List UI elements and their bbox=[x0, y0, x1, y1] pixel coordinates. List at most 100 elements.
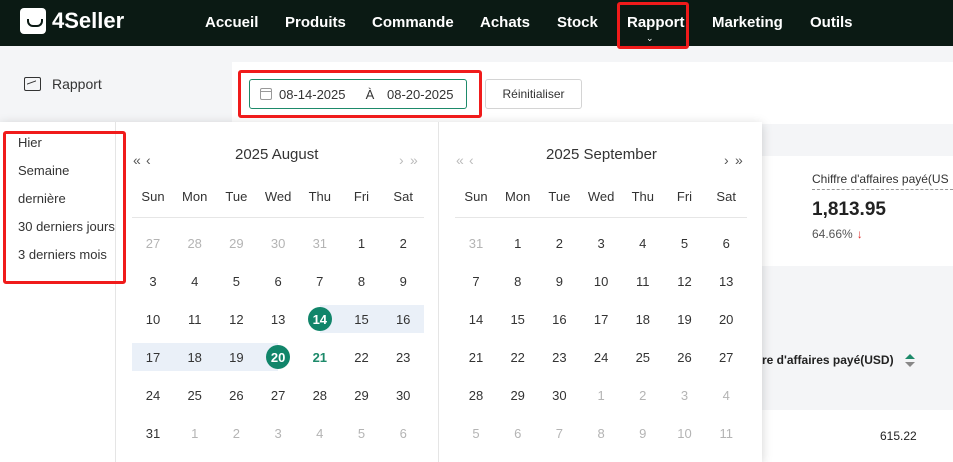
calendar-day[interactable]: 30 bbox=[538, 381, 580, 409]
calendar-day[interactable]: 17 bbox=[132, 343, 174, 371]
calendar-day: 6 bbox=[514, 425, 522, 441]
calendar-day[interactable]: 19 bbox=[664, 305, 706, 333]
calendar-day[interactable]: 26 bbox=[664, 343, 706, 371]
calendar-day[interactable]: 18 bbox=[622, 305, 664, 333]
calendar-day[interactable]: 26 bbox=[215, 381, 257, 409]
calendar-day[interactable]: 8 bbox=[341, 267, 383, 295]
calendar-day[interactable]: 16 bbox=[538, 305, 580, 333]
calendar-day: 4 bbox=[316, 425, 324, 441]
calendar-day[interactable]: 28 bbox=[299, 381, 341, 409]
column-header-revenue[interactable]: re d'affaires payé(USD) bbox=[762, 353, 894, 367]
calendar-day[interactable]: 1 bbox=[497, 229, 539, 257]
prev-year-icon[interactable]: « bbox=[133, 152, 141, 168]
next-year-icon[interactable]: » bbox=[735, 152, 743, 168]
calendar-day[interactable]: 9 bbox=[382, 267, 424, 295]
calendar-day[interactable]: 21 bbox=[455, 343, 497, 371]
nav-stock[interactable]: Stock bbox=[557, 14, 598, 31]
card-label-underline bbox=[812, 189, 953, 190]
highlight-date-range bbox=[238, 70, 482, 118]
calendar-day[interactable]: 10 bbox=[132, 305, 174, 333]
calendar-day[interactable]: 22 bbox=[497, 343, 539, 371]
calendar-day-selected[interactable]: 14 bbox=[299, 305, 341, 333]
calendar-day[interactable]: 11 bbox=[622, 267, 664, 295]
chart-icon bbox=[24, 77, 41, 91]
calendar-day[interactable]: 7 bbox=[455, 267, 497, 295]
calendar-day[interactable]: 30 bbox=[382, 381, 424, 409]
nav-outils[interactable]: Outils bbox=[810, 14, 853, 31]
calendar-day: 3 bbox=[680, 387, 689, 403]
reset-button[interactable]: Réinitialiser bbox=[485, 79, 582, 109]
calendar-day[interactable]: 28 bbox=[455, 381, 497, 409]
calendar-day[interactable]: 15 bbox=[341, 305, 383, 333]
calendar-day[interactable]: 14 bbox=[455, 305, 497, 333]
calendar-day[interactable]: 2 bbox=[382, 229, 424, 257]
calendar-day[interactable]: 12 bbox=[215, 305, 257, 333]
calendar-day[interactable]: 6 bbox=[257, 267, 299, 295]
calendar-day: 31 bbox=[312, 235, 328, 251]
calendar-day[interactable]: 12 bbox=[664, 267, 706, 295]
calendar-day[interactable]: 2 bbox=[538, 229, 580, 257]
calendar-day: 27 bbox=[145, 235, 161, 251]
calendar-day[interactable]: 15 bbox=[497, 305, 539, 333]
calendar-day[interactable]: 23 bbox=[538, 343, 580, 371]
calendar-day[interactable]: 22 bbox=[341, 343, 383, 371]
calendar-day[interactable]: 5 bbox=[664, 229, 706, 257]
calendar-day: 28 bbox=[187, 235, 202, 251]
calendar-day[interactable]: 20 bbox=[705, 305, 747, 333]
calendar-day[interactable]: 4 bbox=[174, 267, 216, 295]
calendar-day[interactable]: 4 bbox=[622, 229, 664, 257]
calendar-day[interactable]: 24 bbox=[580, 343, 622, 371]
next-year-icon: » bbox=[410, 152, 418, 168]
calendar-day[interactable]: 23 bbox=[382, 343, 424, 371]
calendar-day[interactable]: 27 bbox=[257, 381, 299, 409]
calendar-day[interactable]: 3 bbox=[132, 267, 174, 295]
next-month-icon: › bbox=[399, 152, 403, 168]
weekday-divider bbox=[132, 217, 424, 218]
nav-commande[interactable]: Commande bbox=[372, 14, 454, 31]
calendar-day[interactable]: 3 bbox=[580, 229, 622, 257]
calendar-day: 29 bbox=[229, 235, 244, 251]
calendar-day[interactable]: 11 bbox=[174, 305, 216, 333]
nav-achats[interactable]: Achats bbox=[480, 14, 530, 31]
highlight-presets bbox=[3, 131, 126, 284]
calendar-day[interactable]: 8 bbox=[497, 267, 539, 295]
calendar-day[interactable]: 1 bbox=[341, 229, 383, 257]
sort-icon[interactable] bbox=[905, 354, 915, 368]
calendar-day[interactable]: 13 bbox=[705, 267, 747, 295]
calendar-day[interactable]: 31 bbox=[132, 419, 174, 447]
nav-accueil[interactable]: Accueil bbox=[205, 14, 258, 31]
nav-produits[interactable]: Produits bbox=[285, 14, 346, 31]
calendar-day: 2 bbox=[639, 387, 647, 403]
weekday-header: Thu bbox=[308, 189, 331, 204]
calendar-day[interactable]: 9 bbox=[538, 267, 580, 295]
calendar-day: 9 bbox=[639, 425, 647, 441]
calendar-day-selected[interactable]: 20 bbox=[257, 343, 299, 371]
sidebar-item-rapport[interactable]: Rapport bbox=[24, 76, 102, 92]
prev-month-icon[interactable]: ‹ bbox=[146, 152, 150, 168]
calendar-day[interactable]: 10 bbox=[580, 267, 622, 295]
calendar-day-today[interactable]: 21 bbox=[299, 343, 341, 371]
calendar-day[interactable]: 24 bbox=[132, 381, 174, 409]
calendar-day[interactable]: 29 bbox=[341, 381, 383, 409]
calendar-day[interactable]: 6 bbox=[705, 229, 747, 257]
calendar-day[interactable]: 29 bbox=[497, 381, 539, 409]
card-change: 64.66% ↓ bbox=[812, 227, 863, 241]
calendar-day[interactable]: 18 bbox=[174, 343, 216, 371]
calendar-day[interactable]: 17 bbox=[580, 305, 622, 333]
sidebar-item-label: Rapport bbox=[52, 76, 102, 92]
calendar-day[interactable]: 16 bbox=[382, 305, 424, 333]
nav-marketing[interactable]: Marketing bbox=[712, 14, 783, 31]
calendar-day[interactable]: 25 bbox=[622, 343, 664, 371]
calendar-day[interactable]: 25 bbox=[174, 381, 216, 409]
calendar-day[interactable]: 5 bbox=[215, 267, 257, 295]
prev-month-icon: ‹ bbox=[469, 152, 473, 168]
calendar-day[interactable]: 27 bbox=[705, 343, 747, 371]
next-month-icon[interactable]: › bbox=[724, 152, 728, 168]
weekday-divider bbox=[455, 217, 747, 218]
logo[interactable]: 4Seller bbox=[20, 8, 124, 34]
calendar-day[interactable]: 7 bbox=[299, 267, 341, 295]
arrow-down-icon: ↓ bbox=[856, 227, 863, 241]
weekday-header: Sun bbox=[141, 189, 165, 204]
calendar-day[interactable]: 19 bbox=[215, 343, 257, 371]
calendar-day[interactable]: 13 bbox=[257, 305, 299, 333]
